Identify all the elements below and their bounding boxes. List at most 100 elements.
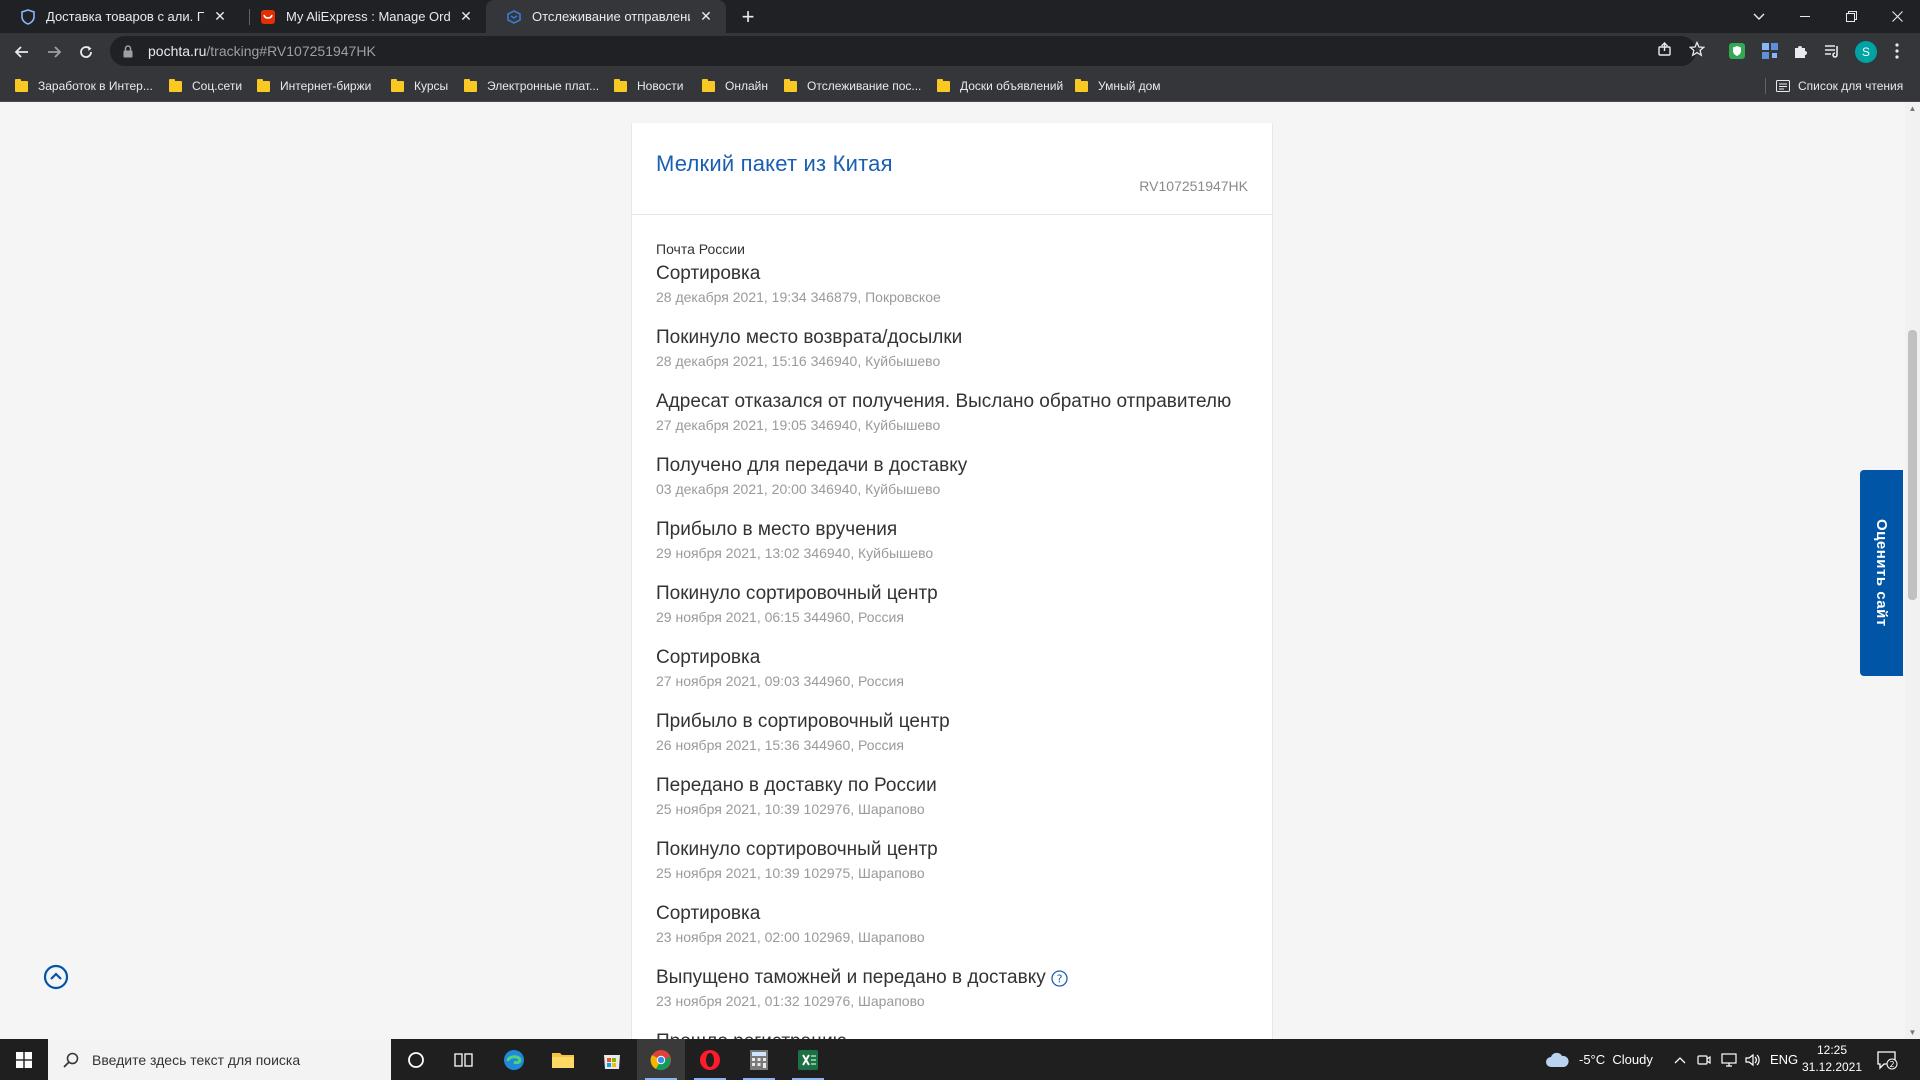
- excel-icon[interactable]: [784, 1039, 832, 1080]
- folder-icon: [257, 78, 270, 92]
- close-tab-icon[interactable]: ✕: [458, 8, 474, 25]
- tracking-event: Получено для передачи в доставку 03 декаб…: [656, 454, 1248, 518]
- event-status-text: Выпущено таможней и передано в доставку: [656, 967, 1046, 988]
- tracking-event: Выпущено таможней и передано в доставку?…: [656, 966, 1248, 1030]
- weather-widget[interactable]: -5°C Cloudy: [1545, 1039, 1653, 1080]
- extension-qr-icon[interactable]: [1760, 41, 1780, 61]
- event-status: Выпущено таможней и передано в доставку?: [656, 966, 1248, 990]
- address-bar[interactable]: pochta.ru/tracking#RV107251947HK: [110, 36, 1696, 66]
- taskbar-search[interactable]: Введите здесь текст для поиска: [48, 1039, 391, 1080]
- folder-icon: [702, 78, 715, 92]
- forward-button[interactable]: [40, 38, 68, 66]
- tracking-header: Мелкий пакет из Китая RV107251947HK: [632, 123, 1272, 215]
- profile-avatar[interactable]: S: [1855, 41, 1877, 63]
- minimize-button[interactable]: [1782, 0, 1828, 33]
- event-status-text: Передано в доставку по России: [656, 775, 937, 796]
- calculator-icon[interactable]: [735, 1039, 783, 1080]
- scroll-to-top-button[interactable]: [43, 964, 69, 990]
- new-tab-button[interactable]: +: [735, 4, 761, 30]
- cortana-icon[interactable]: [392, 1039, 440, 1080]
- system-clock[interactable]: 12:25 31.12.2021: [1800, 1042, 1864, 1076]
- scroll-up-arrow[interactable]: ▲: [1908, 104, 1917, 113]
- bookmark-folder[interactable]: Отслеживание пос...: [784, 77, 921, 95]
- rate-site-button[interactable]: Оценить сайт: [1860, 470, 1903, 676]
- event-status: Прошло регистрацию: [656, 1030, 1248, 1039]
- back-button[interactable]: [8, 38, 36, 66]
- tracking-event: Прибыло в место вручения 29 ноября 2021, …: [656, 518, 1248, 582]
- menu-dots-icon[interactable]: [1887, 41, 1907, 61]
- close-tab-icon[interactable]: ✕: [698, 8, 714, 25]
- notification-center-icon[interactable]: 2: [1876, 1039, 1898, 1080]
- extensions-puzzle-icon[interactable]: [1791, 41, 1811, 61]
- event-status-text: Сортировка: [656, 263, 761, 284]
- help-question-icon[interactable]: ?: [1051, 969, 1068, 987]
- tab-search-icon[interactable]: [1736, 0, 1782, 33]
- tracking-events-list: Сортировка 28 декабря 2021, 19:34 346879,…: [656, 262, 1248, 1039]
- lock-icon[interactable]: [120, 43, 136, 59]
- restore-button[interactable]: [1828, 0, 1874, 33]
- bookmark-star-icon[interactable]: [1686, 38, 1708, 60]
- folder-icon: [391, 78, 404, 92]
- event-status: Покинуло сортировочный центр: [656, 838, 1248, 862]
- start-button[interactable]: [0, 1039, 48, 1080]
- opera-icon[interactable]: [686, 1039, 734, 1080]
- tracking-event: Покинуло место возврата/досылки 28 декабр…: [656, 326, 1248, 390]
- event-status: Сортировка: [656, 902, 1248, 926]
- scroll-down-arrow[interactable]: ▼: [1908, 1028, 1917, 1037]
- extension-shield-icon[interactable]: [1727, 41, 1747, 61]
- event-status: Покинуло место возврата/досылки: [656, 326, 1248, 350]
- scroll-thumb[interactable]: [1908, 330, 1917, 600]
- event-status: Сортировка: [656, 262, 1248, 286]
- folder-icon: [169, 78, 182, 92]
- reading-list-button[interactable]: Список для чтения: [1776, 77, 1903, 95]
- bookmark-folder[interactable]: Курсы: [391, 77, 448, 95]
- edge-icon[interactable]: [490, 1039, 538, 1080]
- event-date-location: 25 ноября 2021, 10:39 102975, Шарапово: [656, 865, 925, 881]
- close-tab-icon[interactable]: ✕: [212, 8, 228, 25]
- tracking-event: Прошло регистрацию: [656, 1030, 1248, 1039]
- tab-aliexpress-delivery[interactable]: Доставка товаров с али. Пробл ✕: [0, 0, 240, 33]
- bookmark-folder[interactable]: Новости: [614, 77, 683, 95]
- folder-icon: [464, 78, 477, 92]
- event-date-location: 27 декабря 2021, 19:05 346940, Куйбышево: [656, 417, 941, 433]
- bookmark-folder[interactable]: Умный дом: [1075, 77, 1161, 95]
- shield-tab-icon: [20, 8, 36, 25]
- bookmark-folder[interactable]: Электронные плат...: [464, 77, 599, 95]
- event-date-location: 29 ноября 2021, 13:02 346940, Куйбышево: [656, 545, 934, 561]
- folder-icon: [937, 78, 950, 92]
- bookmark-folder[interactable]: Доски объявлений: [937, 77, 1063, 95]
- network-icon[interactable]: [1721, 1039, 1737, 1080]
- file-explorer-icon[interactable]: [539, 1039, 587, 1080]
- reload-button[interactable]: [72, 38, 100, 66]
- camera-tray-icon[interactable]: [1697, 1039, 1711, 1080]
- event-status-text: Прошло регистрацию: [656, 1030, 847, 1039]
- volume-icon[interactable]: [1745, 1039, 1761, 1080]
- folder-icon: [784, 78, 797, 92]
- tab-aliexpress-orders[interactable]: My AliExpress : Manage Orders ✕: [240, 0, 486, 33]
- page-scrollbar[interactable]: ▲ ▼: [1905, 102, 1920, 1039]
- bookmark-folder[interactable]: Заработок в Интер...: [15, 77, 153, 95]
- event-date-location: 28 декабря 2021, 15:16 346940, Куйбышево: [656, 353, 941, 369]
- event-status-text: Прибыло в место вручения: [656, 519, 898, 540]
- event-status-text: Покинуло сортировочный центр: [656, 839, 938, 860]
- close-window-button[interactable]: [1874, 0, 1920, 33]
- chrome-icon[interactable]: [637, 1039, 685, 1080]
- page-viewport: Мелкий пакет из Китая RV107251947HK Почт…: [0, 102, 1920, 1039]
- tracking-event: Адресат отказался от получения. Выслано …: [656, 390, 1248, 454]
- tracking-event: Сортировка 27 ноября 2021, 09:03 344960, …: [656, 646, 1248, 710]
- microsoft-store-icon[interactable]: [588, 1039, 636, 1080]
- media-control-icon[interactable]: [1822, 41, 1842, 61]
- bookmark-folder[interactable]: Интернет-биржи: [257, 77, 371, 95]
- bookmark-folder[interactable]: Соц.сети: [169, 77, 242, 95]
- share-icon[interactable]: [1654, 38, 1676, 60]
- show-hidden-icons-chevron-icon[interactable]: [1674, 1039, 1686, 1080]
- input-language[interactable]: ENG: [1770, 1039, 1798, 1080]
- event-status-text: Покинуло сортировочный центр: [656, 583, 938, 604]
- event-status: Адресат отказался от получения. Выслано …: [656, 390, 1248, 414]
- event-date-location: 27 ноября 2021, 09:03 344960, Россия: [656, 673, 904, 689]
- task-view-icon[interactable]: [440, 1039, 488, 1080]
- bookmark-folder[interactable]: Онлайн: [702, 77, 768, 95]
- parcel-title: Мелкий пакет из Китая: [656, 151, 893, 176]
- tab-pochta-tracking[interactable]: Отслеживание отправлений — ✕: [486, 0, 726, 33]
- event-status-text: Адресат отказался от получения. Выслано …: [656, 391, 1232, 412]
